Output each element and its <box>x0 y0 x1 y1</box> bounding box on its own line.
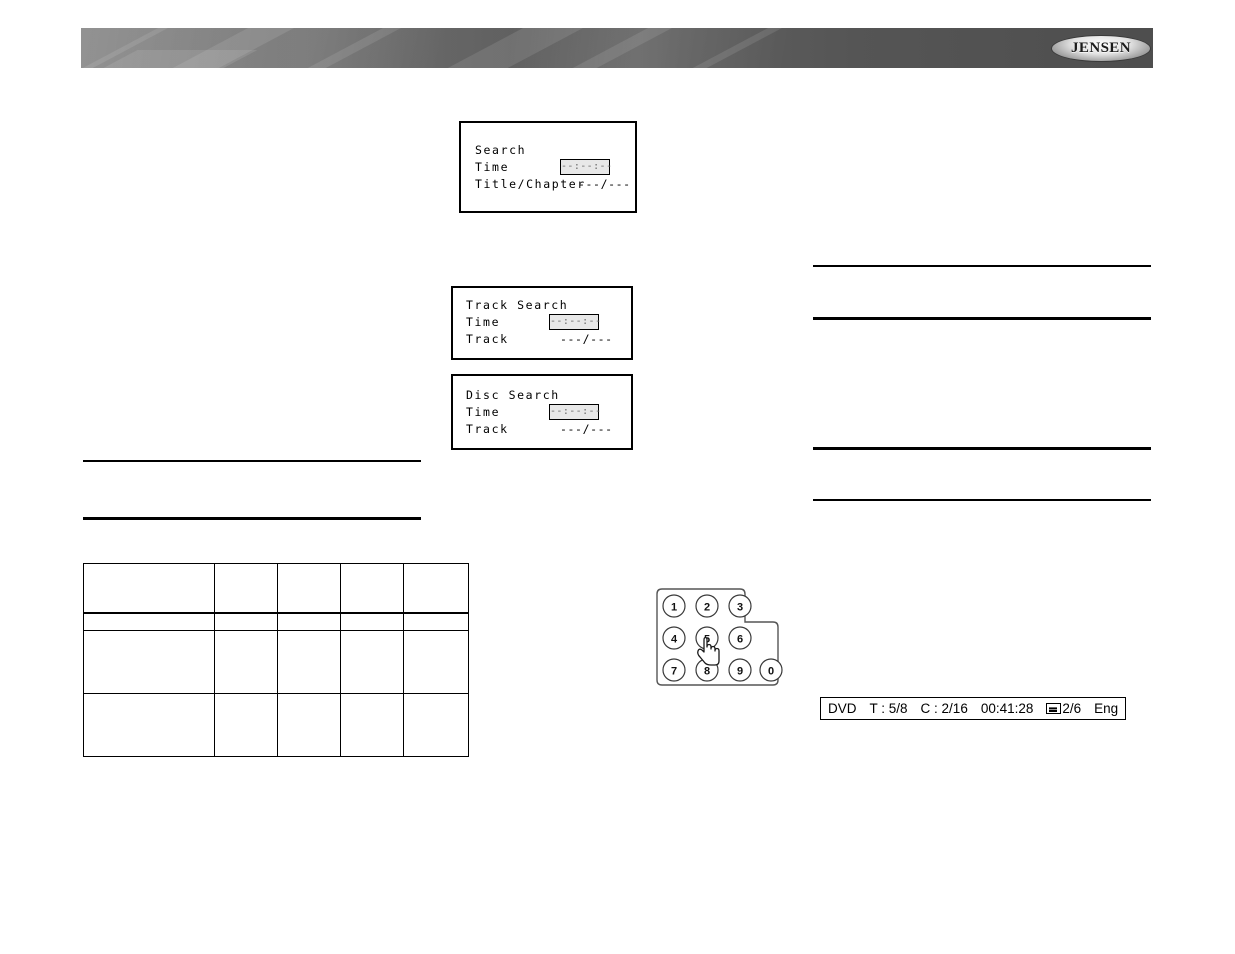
osd-disc-track-value[interactable]: ---/--- <box>560 422 613 436</box>
table-row <box>83 630 469 694</box>
section-rule-left-top <box>83 460 421 462</box>
osd-track-number-label: Track <box>466 332 509 346</box>
status-audio-language: Eng <box>1094 701 1119 716</box>
osd-disc-time-field[interactable]: --:--:-- <box>549 404 601 420</box>
table-row <box>83 693 469 757</box>
specification-table <box>83 563 469 757</box>
osd-search-time-label: Time <box>475 160 510 174</box>
keypad-key-label-1: 1 <box>671 602 677 614</box>
osd-disc-search-title: Disc Search <box>466 388 560 402</box>
status-subtitle-counter: 2/6 <box>1062 701 1082 716</box>
table-cell <box>83 612 215 631</box>
keypad-key-label-6: 6 <box>737 634 743 646</box>
osd-track-time-field[interactable]: --:--:-- <box>549 314 601 330</box>
section-rule-right-1 <box>813 265 1151 267</box>
osd-search-time-field[interactable]: --:--:-- <box>560 159 612 175</box>
osd-search-title: Search <box>475 143 527 157</box>
table-row <box>83 563 469 614</box>
status-subtitle-group: 2/6 <box>1046 701 1081 716</box>
table-cell <box>83 563 215 614</box>
banner-streak <box>636 28 820 68</box>
table-cell <box>214 630 278 694</box>
keypad-key-7[interactable]: 7 <box>662 658 686 682</box>
table-cell <box>340 563 404 614</box>
osd-dialog-track-search: Track Search Time --:--:-- Track ---/--- <box>451 286 633 360</box>
keypad-key-label-3: 3 <box>737 602 743 614</box>
table-cell <box>403 630 469 694</box>
keypad-key-2[interactable]: 2 <box>695 594 719 618</box>
osd-dialog-search: Search Time --:--:-- Title/Chapter ---/-… <box>459 121 637 213</box>
jensen-logo-text: JENSEN <box>1071 40 1131 56</box>
osd-track-search-title: Track Search <box>466 298 569 312</box>
keypad-key-4[interactable]: 4 <box>662 626 686 650</box>
table-cell <box>340 612 404 631</box>
status-elapsed-time: 00:41:28 <box>980 701 1034 716</box>
keypad-key-label-9: 9 <box>737 666 743 678</box>
table-cell <box>214 693 278 757</box>
table-cell <box>83 693 215 757</box>
status-disc-type: DVD <box>828 701 857 716</box>
keypad-key-1[interactable]: 1 <box>662 594 686 618</box>
osd-track-time-label: Time <box>466 315 501 329</box>
status-title-counter: T : 5/8 <box>869 701 908 716</box>
keypad-key-0[interactable]: 0 <box>759 658 783 682</box>
keypad-key-6[interactable]: 6 <box>728 626 752 650</box>
table-cell <box>403 563 469 614</box>
table-cell <box>214 563 278 614</box>
osd-search-title-chapter-label: Title/Chapter <box>475 177 586 191</box>
section-rule-right-2 <box>813 317 1151 320</box>
keypad-key-label-4: 4 <box>671 634 678 646</box>
table-row <box>83 612 469 631</box>
table-cell <box>340 630 404 694</box>
osd-track-number-value[interactable]: ---/--- <box>560 332 613 346</box>
table-cell <box>277 563 341 614</box>
table-cell <box>277 630 341 694</box>
subtitle-icon <box>1046 703 1062 714</box>
jensen-brand-logo: JENSEN <box>1052 36 1150 61</box>
keypad-key-9[interactable]: 9 <box>728 658 752 682</box>
keypad-key-label-7: 7 <box>671 666 677 678</box>
table-cell <box>403 693 469 757</box>
table-cell <box>340 693 404 757</box>
table-cell <box>83 630 215 694</box>
table-cell <box>214 612 278 631</box>
table-cell <box>403 612 469 631</box>
keypad-key-label-0: 0 <box>768 666 774 678</box>
keypad-key-label-8: 8 <box>704 666 710 678</box>
osd-disc-time-label: Time <box>466 405 501 419</box>
status-chapter-counter: C : 2/16 <box>920 701 968 716</box>
numeric-keypad-diagram: 1 2 3 4 5 6 7 8 <box>655 585 795 697</box>
table-cell <box>277 612 341 631</box>
keypad-key-3[interactable]: 3 <box>728 594 752 618</box>
keypad-key-label-2: 2 <box>704 602 710 614</box>
section-rule-left-bottom <box>83 517 421 520</box>
osd-search-title-chapter-value[interactable]: ---/--- <box>578 177 631 191</box>
dvd-status-bar: DVD T : 5/8 C : 2/16 00:41:28 2/6 Eng <box>820 697 1127 720</box>
section-rule-right-3 <box>813 447 1151 450</box>
page-header-banner <box>81 28 1153 68</box>
section-rule-right-4 <box>813 499 1151 501</box>
osd-disc-track-label: Track <box>466 422 509 436</box>
osd-dialog-disc-search: Disc Search Time --:--:-- Track ---/--- <box>451 374 633 450</box>
table-cell <box>277 693 341 757</box>
